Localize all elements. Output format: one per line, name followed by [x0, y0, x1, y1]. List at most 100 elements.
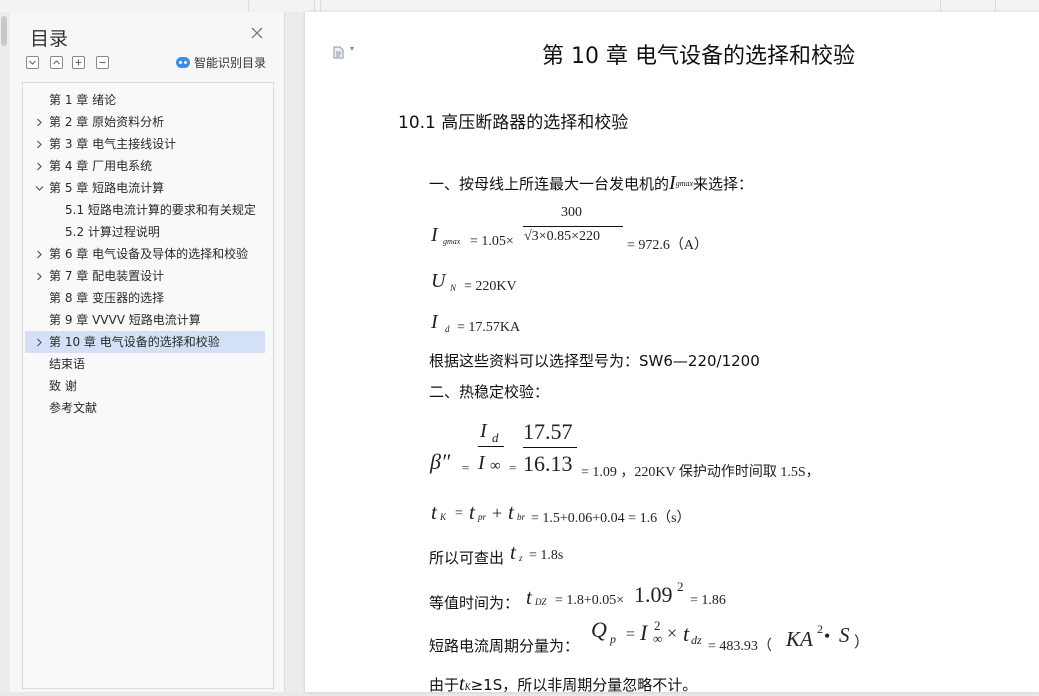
expand-plus-icon[interactable]	[72, 56, 85, 69]
tk-rhs: = 1.5+0.06+0.04 = 1.6（s）	[531, 511, 691, 526]
beta-num-I: I	[480, 420, 487, 442]
tk-sub3: br	[517, 512, 526, 522]
toc-item[interactable]: 第 9 章 VVVV 短路电流计算	[25, 309, 265, 331]
beta-rhs: = 1.09 ，220KV 保护动作时间取 1.5S，	[581, 465, 820, 480]
toc-item[interactable]: 第 7 章 配电装置设计	[25, 265, 265, 287]
qp-rhs: = 483.93（	[708, 639, 772, 654]
beta-fraction-bar-2	[523, 447, 577, 448]
beta-num-sub: d	[492, 430, 499, 445]
tz-rhs: = 1.8s	[529, 548, 564, 563]
chevron-right-icon[interactable]	[34, 331, 44, 353]
qp-sub: p	[610, 632, 616, 646]
toc-list: 第 1 章 绪论第 2 章 原始资料分析第 3 章 电气主接线设计第 4 章 厂…	[22, 82, 274, 689]
tz-text: 所以可查出	[429, 549, 505, 567]
chevron-right-icon[interactable]	[34, 111, 44, 133]
eq2-sub: N	[450, 283, 457, 293]
tz-sub: z	[519, 553, 523, 563]
section-title: 10.1 高压断路器的选择和校验	[398, 113, 629, 133]
symbol-I: I	[669, 172, 676, 194]
tk-sub2: pr	[478, 512, 487, 522]
tdz-rhs: = 1.86	[690, 593, 726, 608]
eq1-denominator: √3×0.85×220	[524, 229, 600, 244]
tk-sub: K	[440, 512, 447, 522]
smart-toc-label: 智能识别目录	[194, 56, 267, 70]
tdz-t: t	[526, 585, 532, 609]
model-text: 根据这些资料可以选择型号为：SW6—220/1200	[429, 352, 760, 370]
chevron-down-icon[interactable]	[34, 177, 44, 199]
smart-robot-icon	[176, 57, 190, 68]
scrollbar-thumb[interactable]	[1, 16, 7, 46]
chevron-right-icon[interactable]	[34, 133, 44, 155]
qp-Q: Q	[591, 617, 607, 642]
criterion-text-end: 来选择：	[693, 175, 754, 193]
dropdown-caret-icon[interactable]: ▾	[350, 44, 354, 53]
top-strip-segment	[320, 0, 941, 12]
toc-item-label: 第 5 章 短路电流计算	[49, 181, 165, 195]
qp-dot: •	[824, 626, 831, 646]
chevron-right-icon[interactable]	[34, 265, 44, 287]
tk-plus: +	[492, 503, 503, 523]
toc-item[interactable]: 参考文献	[25, 397, 265, 419]
toc-item[interactable]: 第 3 章 电气主接线设计	[25, 133, 265, 155]
toc-item[interactable]: 第 5 章 短路电流计算	[25, 177, 265, 199]
beta-symbol: β″	[430, 449, 451, 474]
eq2-U: U	[431, 270, 446, 292]
collapse-minus-icon[interactable]	[96, 56, 109, 69]
qp-close: ）	[854, 635, 870, 651]
tdz-exponent: 2	[677, 579, 684, 594]
toc-item[interactable]: 结束语	[25, 353, 265, 375]
tk-t2: t	[469, 500, 475, 524]
collapse-down-icon[interactable]	[26, 56, 39, 69]
beta-den-sub: ∞	[490, 458, 501, 474]
tk-t: t	[431, 500, 437, 524]
collapse-up-icon[interactable]	[50, 56, 63, 69]
toc-item-label: 致 谢	[49, 379, 77, 393]
toc-item-label: 第 6 章 电气设备及导体的选择和校验	[49, 247, 249, 261]
toc-item[interactable]: 第 2 章 原始资料分析	[25, 111, 265, 133]
qp-text: 短路电流周期分量为：	[429, 637, 580, 655]
toc-item[interactable]: 第 6 章 电气设备及导体的选择和校验	[25, 243, 265, 265]
criterion-line: 一、按母线上所连最大一台发电机的Igmax来选择：	[429, 172, 753, 195]
close-icon[interactable]	[250, 26, 266, 42]
toc-item-label: 第 3 章 电气主接线设计	[49, 137, 177, 151]
toc-item[interactable]: 第 8 章 变压器的选择	[25, 287, 265, 309]
toc-item-label: 5.2 计算过程说明	[65, 225, 160, 239]
eq1-lhs: = 1.05×	[470, 234, 514, 249]
tz-t: t	[510, 540, 516, 564]
smart-toc-button[interactable]: 智能识别目录	[176, 54, 266, 71]
panel-scrollbar[interactable]	[0, 12, 10, 692]
qp-t: t	[683, 621, 690, 646]
toc-item[interactable]: 第 4 章 厂用电系统	[25, 155, 265, 177]
top-strip-segment	[0, 0, 249, 12]
beta-numerator: 17.57	[523, 419, 573, 444]
qp-unit: KA	[786, 627, 813, 651]
beta-fraction-bar-1	[478, 446, 504, 447]
eq1-numerator: 300	[561, 205, 582, 220]
toc-item[interactable]: 第 10 章 电气设备的选择和校验	[25, 331, 265, 353]
chevron-right-icon[interactable]	[34, 243, 44, 265]
toc-item[interactable]: 第 1 章 绪论	[25, 89, 265, 111]
eq3-I: I	[431, 311, 438, 333]
last-text-a: 由于	[429, 676, 460, 694]
eq1-I: I	[431, 224, 438, 246]
tk-eq: =	[455, 506, 463, 521]
eq1-sub: gmax	[443, 237, 461, 246]
last-line: 由于tK≥1S，所以非周期分量忽略不计。	[429, 673, 697, 696]
chevron-right-icon[interactable]	[34, 155, 44, 177]
toc-item[interactable]: 5.1 短路电流计算的要求和有关规定	[25, 199, 265, 221]
qp-infinity: ∞	[653, 631, 663, 646]
document-icon[interactable]	[333, 44, 344, 59]
tdz-base: 1.09	[634, 582, 673, 607]
tdz-mid: = 1.8+0.05×	[555, 593, 625, 608]
eq1-fraction-bar	[523, 226, 623, 227]
toc-item-label: 第 2 章 原始资料分析	[49, 115, 165, 129]
beta-den-I: I	[478, 452, 485, 474]
chapter-title: 第 10 章 电气设备的选择和校验	[542, 44, 855, 69]
toc-item[interactable]: 致 谢	[25, 375, 265, 397]
beta-eq-2: =	[509, 460, 517, 475]
toc-item-label: 第 8 章 变压器的选择	[49, 291, 165, 305]
toc-item-label: 参考文献	[49, 401, 98, 415]
toc-item[interactable]: 5.2 计算过程说明	[25, 221, 265, 243]
eq1-rhs: = 972.6（A）	[627, 238, 709, 253]
qp-times: ×	[667, 623, 678, 643]
